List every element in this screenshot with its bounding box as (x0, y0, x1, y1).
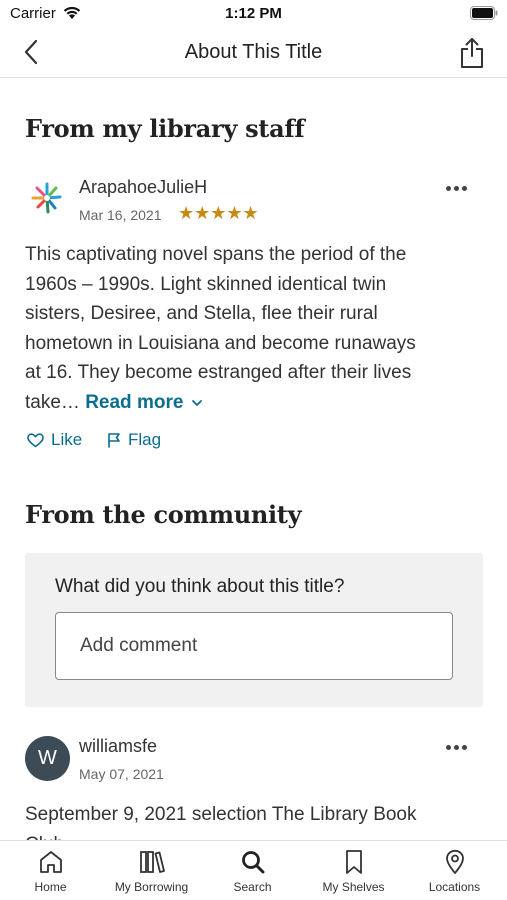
page-title: About This Title (184, 41, 323, 63)
comment-box: What did you think about this title? (25, 553, 483, 707)
read-more-label: Read more (85, 391, 184, 413)
staff-review-body: This captivating novel spans the period … (25, 244, 416, 413)
chevron-down-icon (191, 399, 202, 406)
staff-review-more-button[interactable] (446, 181, 472, 197)
star-rating: ★★★★★ (178, 203, 259, 223)
nav-bar: About This Title (0, 28, 507, 78)
home-icon (39, 851, 62, 873)
bookmark-icon (345, 850, 362, 874)
tab-bar: Home My Borrowing Search My Shelves Loca… (0, 840, 507, 900)
heart-icon (27, 432, 44, 447)
staff-review-text: This captivating novel spans the period … (25, 240, 425, 417)
share-icon (461, 38, 483, 68)
books-icon (139, 851, 165, 873)
comment-input[interactable] (55, 612, 453, 680)
location-pin-icon (445, 849, 464, 874)
community-section-heading: From the community (25, 500, 302, 529)
tab-locations[interactable]: Locations (404, 841, 505, 900)
community-review-more-button[interactable] (446, 740, 472, 756)
battery-icon (470, 6, 498, 25)
search-icon (241, 851, 264, 874)
status-bar: Carrier 1:12 PM (0, 0, 507, 28)
tab-search-label: Search (233, 880, 272, 894)
tab-home[interactable]: Home (0, 841, 101, 900)
community-review-text: September 9, 2021 selection The Library … (25, 804, 417, 840)
read-more-link[interactable]: Read more (85, 392, 202, 413)
status-time: 1:12 PM (225, 5, 282, 22)
community-review-date: May 07, 2021 (79, 766, 164, 782)
tab-search[interactable]: Search (202, 841, 303, 900)
staff-review-date: Mar 16, 2021 (79, 207, 162, 223)
flag-icon (108, 433, 120, 448)
tab-my-borrowing-label: My Borrowing (114, 880, 189, 894)
staff-username[interactable]: ArapahoeJulieH (79, 177, 207, 198)
staff-section-heading: From my library staff (25, 114, 305, 143)
like-button[interactable]: Like (27, 430, 82, 450)
flag-label: Flag (128, 430, 162, 449)
like-label: Like (51, 430, 83, 449)
tab-my-shelves-label: My Shelves (322, 880, 385, 894)
tab-my-borrowing[interactable]: My Borrowing (101, 841, 202, 900)
community-username[interactable]: williamsfe (79, 736, 157, 757)
tab-home-label: Home (34, 880, 67, 894)
tab-locations-label: Locations (428, 880, 481, 894)
tab-my-shelves[interactable]: My Shelves (303, 841, 404, 900)
share-button[interactable] (457, 36, 487, 70)
comment-prompt: What did you think about this title? (55, 576, 345, 597)
avatar[interactable]: W (25, 736, 70, 781)
staff-avatar-logo (27, 180, 67, 220)
flag-button[interactable]: Flag (107, 430, 161, 450)
